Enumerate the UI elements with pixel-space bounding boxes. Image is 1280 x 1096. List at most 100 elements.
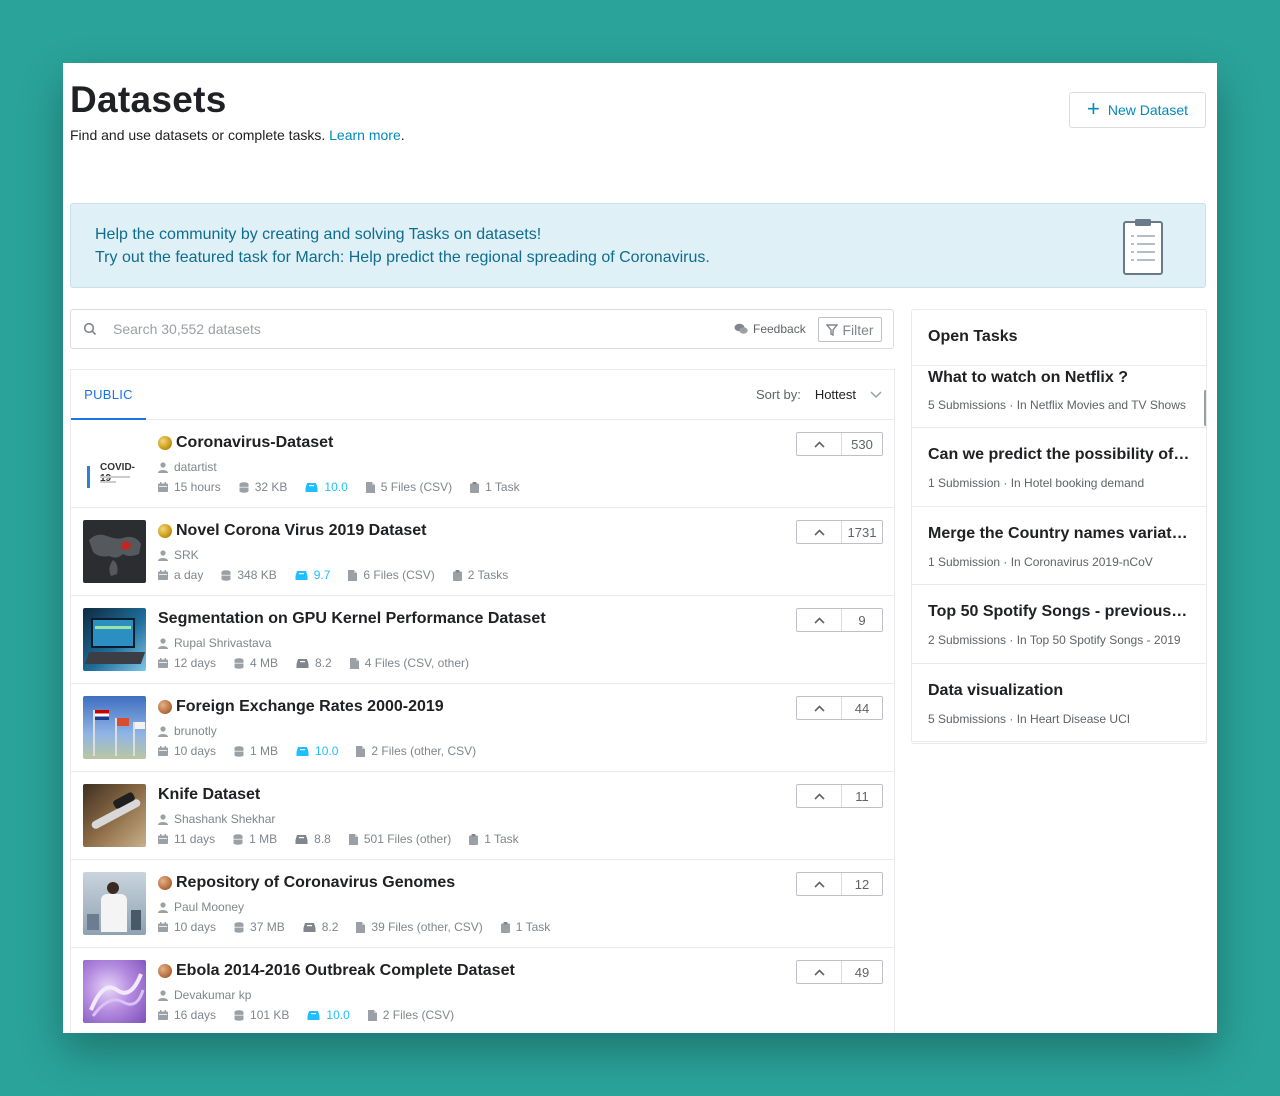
dataset-author[interactable]: Rupal Shrivastava: [158, 636, 271, 650]
dataset-author[interactable]: Paul Mooney: [158, 900, 244, 914]
dataset-thumbnail[interactable]: [83, 872, 146, 935]
task-title[interactable]: Merge the Country names variations: [928, 525, 1190, 543]
open-task-item[interactable]: Merge the Country names variations 1 Sub…: [912, 507, 1206, 585]
dataset-author[interactable]: datartist: [158, 460, 217, 474]
meta-updated: 10 days: [158, 920, 216, 934]
dataset-title[interactable]: Coronavirus-Dataset: [176, 434, 333, 452]
task-title[interactable]: What to watch on Netflix ?: [928, 369, 1190, 387]
calendar-icon: [158, 570, 168, 580]
author-name: brunotly: [174, 724, 217, 738]
upvote-button[interactable]: 11: [796, 784, 883, 808]
files-text: 5 Files (CSV): [380, 480, 453, 494]
dataset-title-line[interactable]: Knife Dataset: [158, 786, 260, 804]
chevron-down-icon: [870, 390, 882, 398]
open-task-item[interactable]: Can we predict the possibility of bookin…: [912, 428, 1206, 507]
dataset-thumbnail[interactable]: COVID-19: [83, 432, 146, 495]
upvote-arrow[interactable]: [797, 433, 842, 455]
upvote-button[interactable]: 1731: [796, 520, 883, 544]
feedback-button[interactable]: Feedback: [734, 322, 806, 336]
dataset-author[interactable]: Devakumar kp: [158, 988, 251, 1002]
open-task-item[interactable]: Data visualization 5 Submissions · In He…: [912, 664, 1206, 742]
dataset-author[interactable]: SRK: [158, 548, 199, 562]
new-dataset-label: New Dataset: [1107, 102, 1188, 118]
dataset-thumbnail[interactable]: [83, 960, 146, 1023]
dataset-title[interactable]: Foreign Exchange Rates 2000-2019: [176, 698, 444, 716]
dataset-row[interactable]: Novel Corona Virus 2019 Dataset SRK a da…: [71, 508, 894, 596]
database-icon: [239, 481, 249, 493]
file-icon: [356, 921, 366, 933]
meta-usability: 8.2: [296, 656, 332, 670]
author-name: Devakumar kp: [174, 988, 252, 1002]
user-icon: [158, 725, 168, 737]
updated-text: a day: [174, 568, 204, 582]
dataset-title-line[interactable]: Coronavirus-Dataset: [158, 434, 333, 452]
dataset-title[interactable]: Novel Corona Virus 2019 Dataset: [176, 522, 426, 540]
dataset-title-line[interactable]: Novel Corona Virus 2019 Dataset: [158, 522, 426, 540]
upvote-arrow[interactable]: [797, 521, 842, 543]
upvote-button[interactable]: 12: [796, 872, 883, 896]
upvote-arrow[interactable]: [797, 873, 842, 895]
dataset-row[interactable]: Repository of Coronavirus Genomes Paul M…: [71, 860, 894, 948]
size-text: 37 MB: [250, 920, 285, 934]
sort-dropdown[interactable]: Sort by: Hottest: [756, 387, 882, 402]
database-icon: [221, 569, 231, 581]
upvote-button[interactable]: 9: [796, 608, 883, 632]
upvote-arrow[interactable]: [797, 697, 842, 719]
dataset-title-line[interactable]: Repository of Coronavirus Genomes: [158, 874, 455, 892]
dataset-title-line[interactable]: Foreign Exchange Rates 2000-2019: [158, 698, 444, 716]
calendar-icon: [158, 482, 168, 492]
meta-usability: 10.0: [307, 1008, 350, 1022]
dataset-thumbnail[interactable]: [83, 520, 146, 583]
upvote-arrow[interactable]: [797, 609, 842, 631]
dataset-meta: 12 days 4 MB 8.2 4 Files (CSV, other): [158, 656, 487, 670]
dataset-author[interactable]: Shashank Shekhar: [158, 812, 275, 826]
dataset-title-line[interactable]: Segmentation on GPU Kernel Performance D…: [158, 610, 546, 628]
dataset-row[interactable]: COVID-19 Coronavirus-Dataset datartist 1…: [71, 420, 894, 508]
dataset-row[interactable]: Foreign Exchange Rates 2000-2019 brunotl…: [71, 684, 894, 772]
clipboard-small-icon: [470, 481, 480, 493]
usability-icon: [305, 483, 318, 492]
open-task-item[interactable]: What to watch on Netflix ? 5 Submissions…: [912, 366, 1206, 428]
dataset-row[interactable]: Segmentation on GPU Kernel Performance D…: [71, 596, 894, 684]
dataset-meta: 11 days 1 MB 8.8 501 Files (other) 1 Tas…: [158, 832, 537, 846]
dataset-thumbnail[interactable]: [83, 696, 146, 759]
new-dataset-button[interactable]: + New Dataset: [1069, 92, 1206, 128]
tab-public[interactable]: PUBLIC: [71, 370, 146, 420]
upvote-button[interactable]: 44: [796, 696, 883, 720]
tasks-text: 2 Tasks: [467, 568, 509, 582]
search-input[interactable]: [113, 318, 673, 340]
dataset-row[interactable]: Knife Dataset Shashank Shekhar 11 days 1…: [71, 772, 894, 860]
meta-size: 1 MB: [233, 832, 277, 846]
tasks-scrollbar[interactable]: [1204, 390, 1206, 426]
dataset-author[interactable]: brunotly: [158, 724, 217, 738]
author-name: datartist: [174, 460, 217, 474]
dataset-title[interactable]: Repository of Coronavirus Genomes: [176, 874, 455, 892]
upvote-arrow[interactable]: [797, 785, 842, 807]
dataset-title-line[interactable]: Ebola 2014-2016 Outbreak Complete Datase…: [158, 962, 515, 980]
calendar-icon: [158, 834, 168, 844]
dataset-title[interactable]: Ebola 2014-2016 Outbreak Complete Datase…: [176, 962, 515, 980]
banner-line-1[interactable]: Help the community by creating and solvi…: [95, 226, 541, 244]
meta-tasks: 1 Task: [500, 920, 550, 934]
medal-icon: [158, 436, 172, 450]
dataset-thumbnail[interactable]: [83, 608, 146, 671]
task-title[interactable]: Top 50 Spotify Songs - previous years: [928, 603, 1190, 621]
clipboard-small-icon: [469, 833, 479, 845]
files-text: 501 Files (other): [363, 832, 452, 846]
page-title: Datasets: [70, 79, 227, 120]
dataset-title[interactable]: Segmentation on GPU Kernel Performance D…: [158, 610, 546, 628]
vote-count: 1731: [847, 524, 877, 540]
learn-more-link[interactable]: Learn more: [329, 127, 401, 143]
task-title[interactable]: Data visualization: [928, 682, 1190, 700]
dataset-title[interactable]: Knife Dataset: [158, 786, 260, 804]
banner-line-2[interactable]: Try out the featured task for March: Hel…: [95, 249, 710, 267]
open-task-item[interactable]: Top 50 Spotify Songs - previous years 2 …: [912, 585, 1206, 664]
dataset-row[interactable]: Ebola 2014-2016 Outbreak Complete Datase…: [71, 948, 894, 1033]
upvote-arrow[interactable]: [797, 961, 842, 983]
task-title[interactable]: Can we predict the possibility of bookin…: [928, 446, 1190, 464]
medal-icon: [158, 700, 172, 714]
upvote-button[interactable]: 530: [796, 432, 883, 456]
filter-button[interactable]: Filter: [818, 317, 882, 342]
upvote-button[interactable]: 49: [796, 960, 883, 984]
dataset-thumbnail[interactable]: [83, 784, 146, 847]
